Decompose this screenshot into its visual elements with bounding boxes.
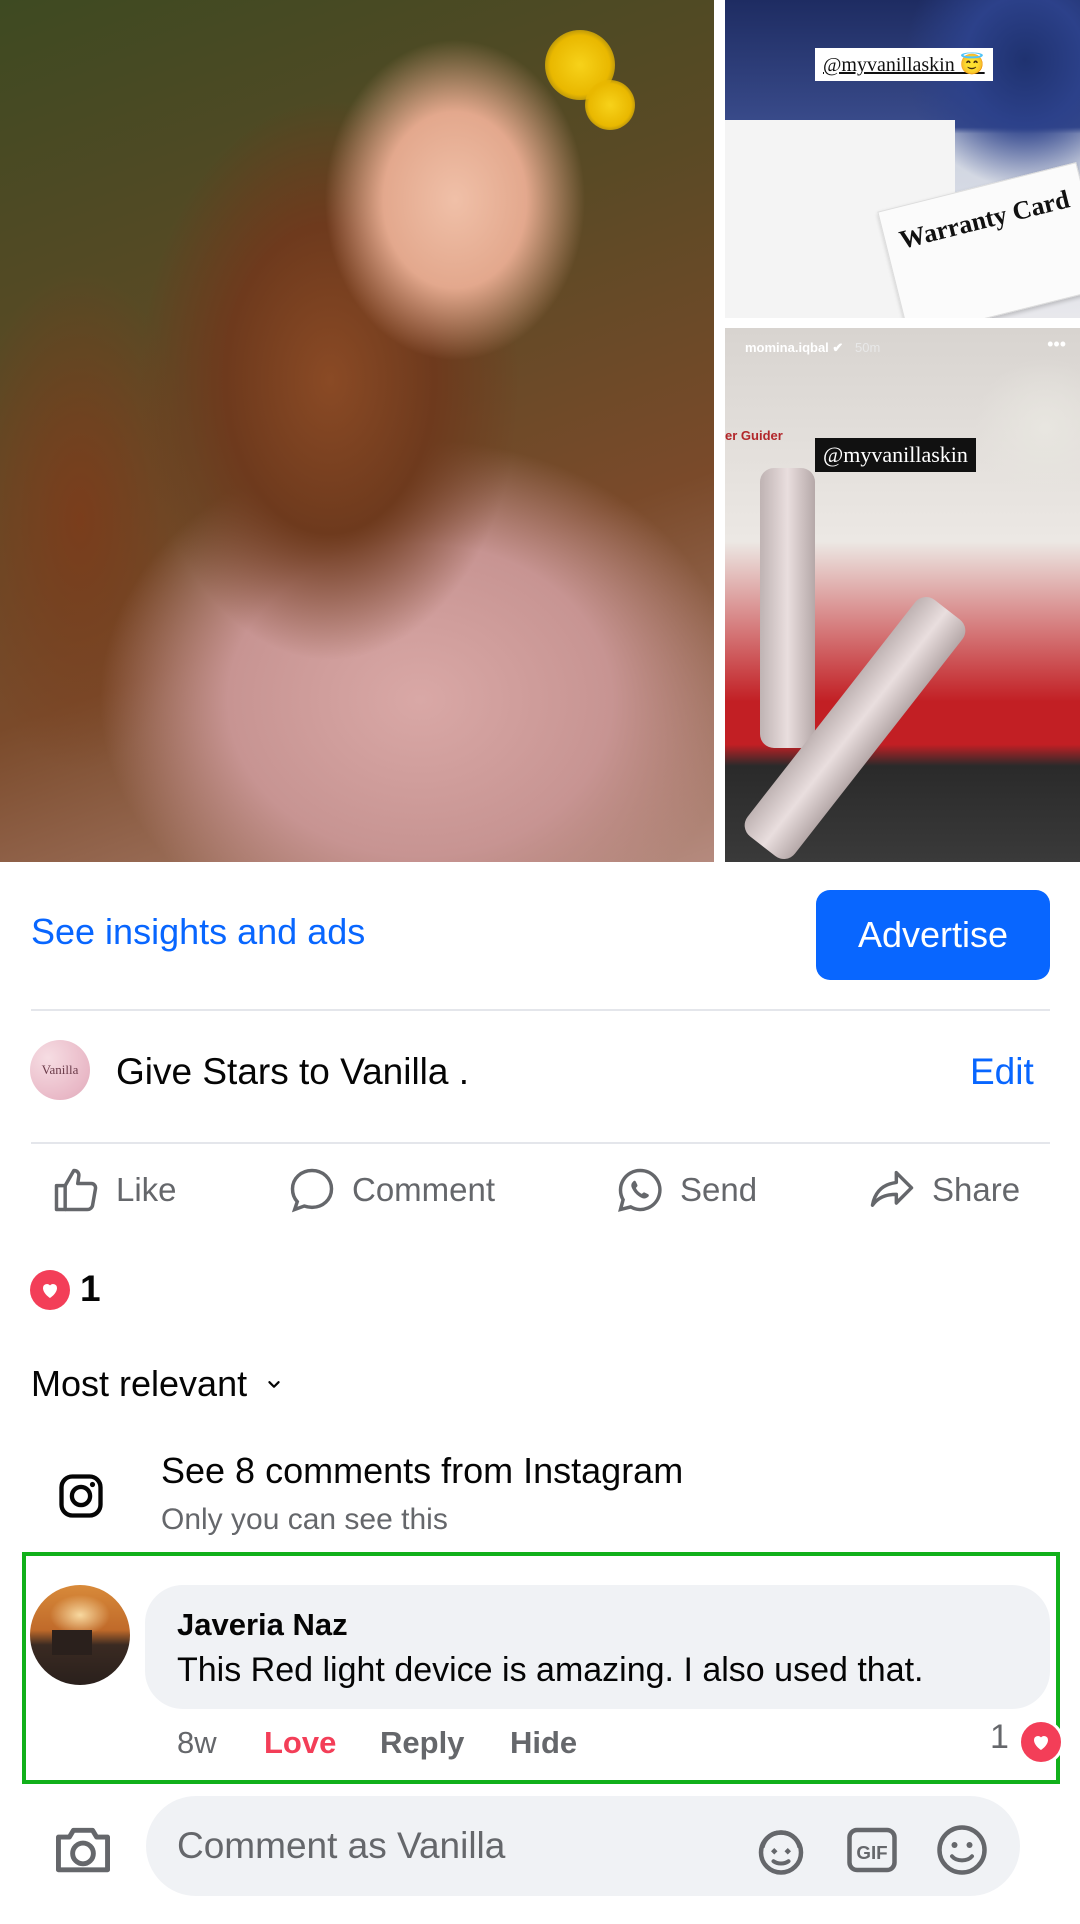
avatar[interactable] — [30, 1585, 130, 1685]
share-button[interactable]: Share — [866, 1160, 1020, 1220]
instagram-icon[interactable] — [55, 1470, 107, 1522]
comment-icon — [290, 1168, 334, 1213]
hide-button[interactable]: Hide — [510, 1725, 577, 1761]
comment-bubble[interactable] — [145, 1585, 1050, 1709]
photo-tag: @myvanillaskin 😇 — [815, 48, 993, 81]
comment-label: Comment — [352, 1171, 496, 1208]
device-wand — [760, 468, 815, 748]
advertise-button[interactable]: Advertise — [816, 890, 1050, 980]
edit-link[interactable]: Edit — [970, 1051, 1034, 1093]
flower-decoration — [585, 80, 635, 130]
chevron-down-icon — [268, 1381, 280, 1388]
gif-icon[interactable]: GIF — [842, 1820, 902, 1880]
camera-icon[interactable] — [50, 1818, 116, 1878]
story-time: 50m — [855, 340, 881, 355]
love-button[interactable]: Love — [264, 1725, 336, 1761]
more-icon: ••• — [1047, 334, 1066, 354]
guide-text: er Guider — [725, 428, 783, 443]
photo-tag: @myvanillaskin — [815, 438, 976, 472]
divider — [31, 1142, 1050, 1144]
comment-author[interactable]: Javeria Naz — [177, 1607, 348, 1643]
send-label: Send — [680, 1171, 758, 1208]
avatar-silhouette — [52, 1630, 92, 1655]
svg-text:GIF: GIF — [856, 1842, 887, 1863]
whatsapp-icon — [618, 1168, 662, 1212]
instagram-comments-note: Only you can see this — [161, 1503, 448, 1536]
comment-input-placeholder: Comment as Vanilla — [177, 1825, 506, 1866]
sort-label: Most relevant — [31, 1363, 248, 1404]
divider — [31, 1009, 1050, 1011]
like-icon — [54, 1168, 98, 1212]
share-label: Share — [932, 1171, 1021, 1208]
like-label: Like — [116, 1171, 177, 1208]
comment-time: 8w — [177, 1725, 217, 1760]
comment-reaction-count[interactable]: 1 — [990, 1718, 1009, 1757]
like-button[interactable]: Like — [50, 1160, 177, 1220]
heart-icon — [1034, 1736, 1048, 1750]
emoji-icon[interactable] — [932, 1820, 992, 1880]
reply-button[interactable]: Reply — [380, 1725, 464, 1761]
heart-icon — [43, 1284, 57, 1298]
instagram-comments-link[interactable]: See 8 comments from Instagram — [161, 1450, 683, 1492]
comment-text: This Red light device is amazing. I also… — [177, 1651, 924, 1689]
avatar-sticker-icon[interactable] — [751, 1820, 811, 1880]
share-icon — [870, 1170, 914, 1207]
send-button[interactable]: Send — [614, 1160, 757, 1220]
post-photo-top-right[interactable]: Warranty Card @myvanillaskin 😇 — [725, 0, 1080, 318]
post-photo-main[interactable] — [0, 0, 714, 862]
post-photo-bottom-right[interactable]: momina.iqbal ✔ 50m ••• er Guider @myvani… — [725, 328, 1080, 862]
story-username: momina.iqbal ✔ — [745, 340, 844, 355]
comment-button[interactable]: Comment — [286, 1160, 495, 1220]
comment-reaction-icon[interactable] — [1018, 1719, 1064, 1765]
page-avatar[interactable]: Vanilla — [30, 1040, 90, 1100]
reaction-count[interactable]: 1 — [80, 1268, 101, 1310]
sort-dropdown[interactable]: Most relevant — [31, 1363, 285, 1405]
love-reaction-icon[interactable] — [30, 1270, 70, 1310]
give-stars-label: Give Stars to Vanilla . — [116, 1051, 470, 1092]
see-insights-link[interactable]: See insights and ads — [31, 911, 365, 953]
